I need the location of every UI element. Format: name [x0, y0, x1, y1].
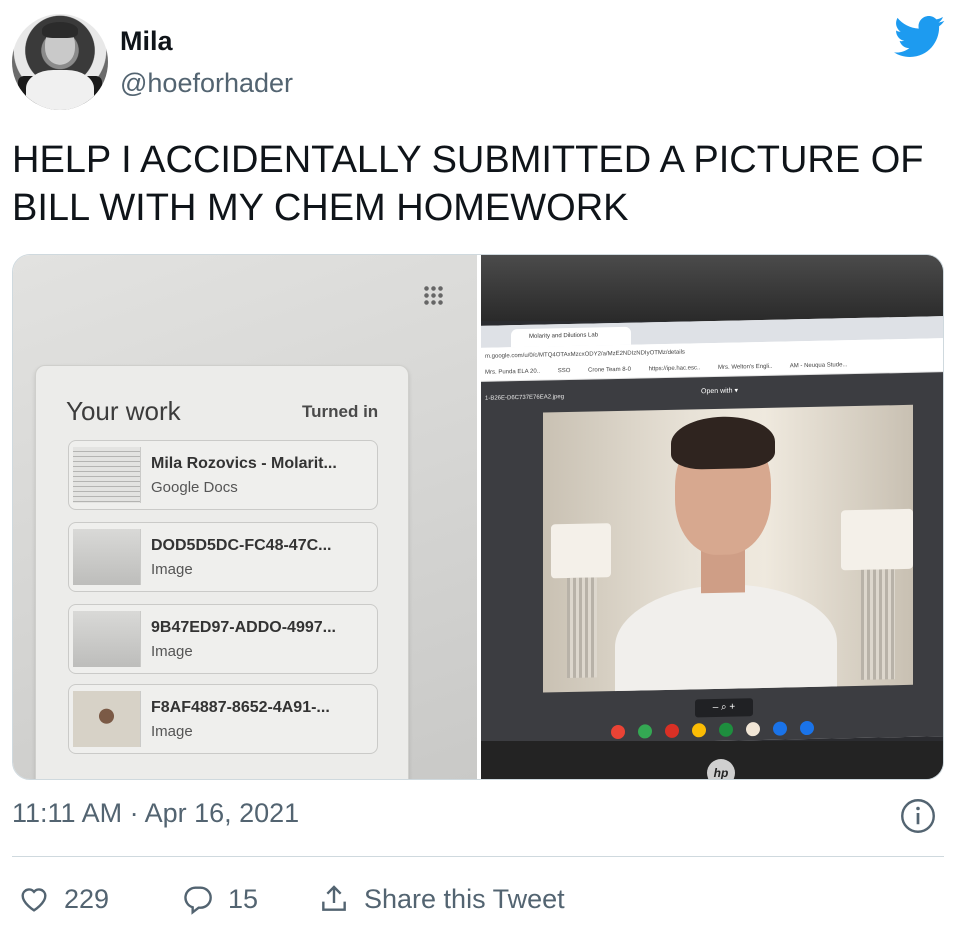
- image-thumbnail: [73, 691, 141, 747]
- attachment-type: Google Docs: [151, 479, 238, 496]
- attachment-item: F8AF4887-8652-4A91-... Image: [68, 684, 378, 754]
- attachment-name: 9B47ED97-ADDO-4997...: [151, 619, 336, 636]
- bookmark-item: AM - Neuqua Stude...: [789, 362, 848, 370]
- display-name[interactable]: Mila: [120, 26, 173, 57]
- heart-icon: [21, 888, 47, 912]
- twitter-bird-icon[interactable]: [894, 16, 946, 58]
- right-photo[interactable]: Molarity and Dilutions Lab m.google.com/…: [481, 255, 943, 779]
- share-label: Share this Tweet: [364, 883, 565, 914]
- image-thumbnail: [73, 611, 141, 667]
- attachment-item: Mila Rozovics - Molarit... Google Docs: [68, 440, 378, 510]
- reply-bubble-icon: [184, 886, 212, 915]
- viewed-photo: [543, 404, 913, 693]
- attachment-name: DOD5D5DC-FC48-47C...: [151, 537, 332, 554]
- share-icon: [322, 885, 346, 911]
- bookmark-item: Mrs. Punda ELA 20..: [485, 368, 541, 376]
- bookmark-item: Mrs. Welton's Engli..: [718, 363, 773, 371]
- image-viewer: 1-B26E-D6C737E76EA2.jpeg Open with ▾ – ⌕…: [481, 372, 943, 759]
- attachment-name: F8AF4887-8652-4A91-...: [151, 699, 330, 716]
- tweet-text: HELP I ACCIDENTALLY SUBMITTED A PICTURE …: [12, 139, 924, 229]
- viewer-file-name: 1-B26E-D6C737E76EA2.jpeg: [485, 394, 565, 402]
- your-work-title: Your work: [66, 396, 181, 426]
- share-button[interactable]: Share this Tweet: [318, 876, 565, 922]
- avatar[interactable]: [12, 14, 108, 110]
- info-icon[interactable]: [900, 798, 936, 834]
- attachment-name: Mila Rozovics - Molarit...: [151, 455, 337, 472]
- turned-in-status: Turned in: [302, 402, 379, 421]
- attachment-type: Image: [151, 723, 193, 740]
- zoom-controls: – ⌕ +: [695, 698, 753, 718]
- like-button[interactable]: 229: [18, 876, 109, 922]
- like-count: 229: [64, 883, 110, 914]
- attachment-item: DOD5D5DC-FC48-47C... Image: [68, 522, 378, 592]
- document-thumbnail: [73, 447, 141, 503]
- attachment-item: 9B47ED97-ADDO-4997... Image: [68, 604, 378, 674]
- os-shelf: [611, 720, 851, 759]
- open-with-button: Open with ▾: [701, 387, 738, 396]
- bookmark-item: https://ipe.hac.esc..: [648, 365, 701, 373]
- apps-grid-icon: [423, 285, 445, 307]
- user-handle[interactable]: @hoeforhader: [120, 68, 293, 99]
- divider: [12, 856, 944, 857]
- tweet-timestamp[interactable]: 11:11 AM · Apr 16, 2021: [12, 798, 299, 829]
- attachment-type: Image: [151, 643, 193, 660]
- tweet-media[interactable]: Your work Turned in Mila Rozovics - Mola…: [12, 254, 944, 780]
- your-work-card: Your work Turned in Mila Rozovics - Mola…: [35, 365, 409, 779]
- attachment-type: Image: [151, 561, 193, 578]
- reply-count: 15: [228, 883, 259, 914]
- left-photo[interactable]: Your work Turned in Mila Rozovics - Mola…: [13, 255, 477, 779]
- bookmark-item: Crone Team 8-0: [588, 366, 631, 374]
- laptop-screen: Molarity and Dilutions Lab m.google.com/…: [481, 316, 943, 759]
- laptop-bezel: [481, 255, 943, 321]
- hp-logo: hp: [707, 759, 735, 779]
- reply-button[interactable]: 15: [182, 876, 258, 922]
- bookmark-item: SSO: [557, 367, 571, 375]
- image-thumbnail: [73, 529, 141, 585]
